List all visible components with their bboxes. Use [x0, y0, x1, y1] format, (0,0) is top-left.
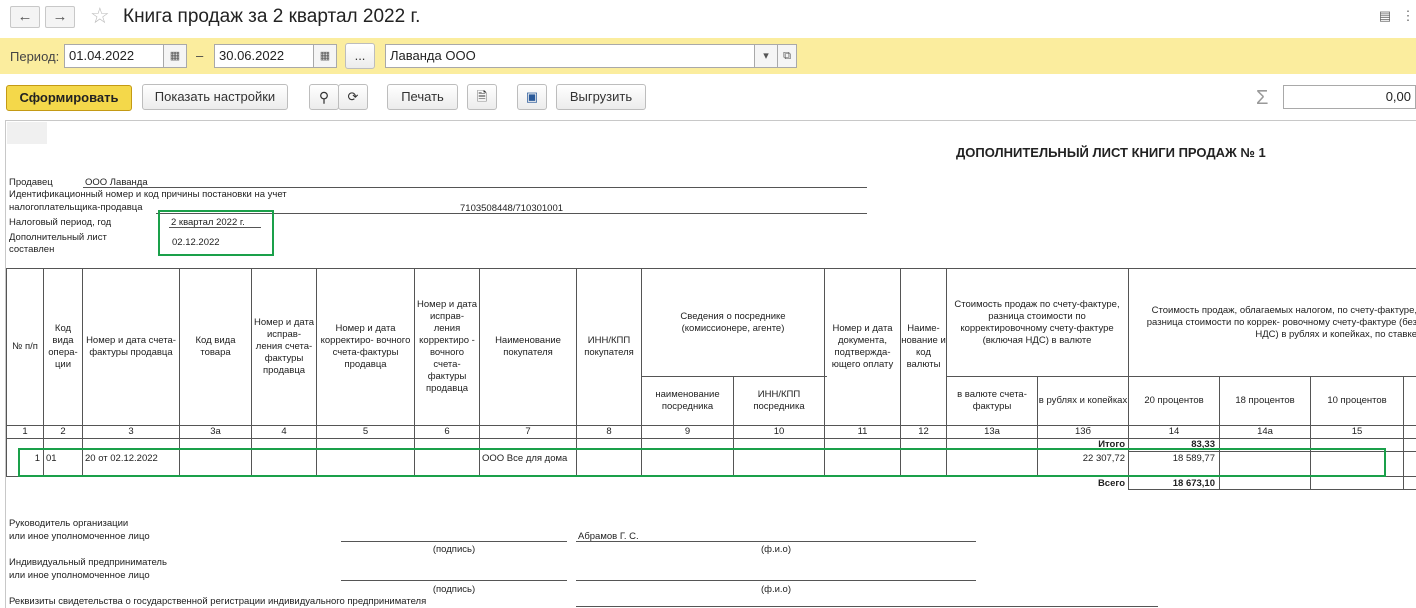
- head-label-2: или иное уполномоченное лицо: [9, 531, 150, 542]
- col-num: 5: [362, 426, 369, 437]
- col-header-14: 20 процентов: [1144, 395, 1204, 406]
- col-num: 8: [606, 426, 612, 437]
- col-header-14a: 18 процентов: [1235, 395, 1295, 406]
- col-num: 1: [22, 426, 28, 437]
- sign-caption: (подпись): [432, 544, 476, 555]
- col-header-3: Номер и дата счета-фактуры продавца: [86, 335, 176, 358]
- col-num: 13а: [984, 426, 1000, 437]
- col-num: 11: [857, 426, 868, 437]
- addsheet-label-2: составлен: [9, 244, 55, 255]
- report-document: ДОПОЛНИТЕЛЬНЫЙ ЛИСТ КНИГИ ПРОДАЖ № 1 Про…: [5, 120, 1416, 608]
- sum-field[interactable]: 0,00: [1283, 85, 1416, 109]
- seller-label: Продавец: [9, 177, 53, 188]
- col-header-8: ИНН/КПП покупателя: [584, 335, 634, 358]
- col-header-6: Номер и дата исправ- ления корректиро - …: [417, 299, 477, 394]
- col-header-13b: в рублях и копейках: [1038, 395, 1128, 406]
- col-header-10: ИНН/КПП посредника: [753, 389, 805, 412]
- col-num: 14а: [1257, 426, 1273, 437]
- vsego-value: 18 673,10: [1172, 478, 1215, 489]
- col-header-13a: в валюте счета-фактуры: [957, 389, 1027, 412]
- col-num: 4: [281, 426, 287, 437]
- col-header-11: Номер и дата документа, подтвержда- ющег…: [831, 323, 894, 370]
- sign-caption: (подпись): [432, 584, 476, 595]
- col-header-2: Код вида опера- ции: [48, 323, 78, 370]
- col-num: 12: [918, 426, 929, 437]
- fio-caption: (ф.и.о): [760, 584, 791, 595]
- title-bar: ← → ☆ Книга продаж за 2 квартал 2022 г. …: [0, 0, 1416, 36]
- save-disk-icon[interactable]: ▣: [517, 84, 547, 110]
- calendar-from-icon[interactable]: ▦: [163, 44, 187, 68]
- col-header-12: Наиме- нование и код валюты: [901, 323, 946, 370]
- forward-arrow-icon[interactable]: →: [45, 6, 75, 28]
- registration-label: Реквизиты свидетельства о государственно…: [9, 596, 427, 607]
- open-link-icon[interactable]: ⧉: [777, 44, 797, 68]
- dropdown-arrow-icon[interactable]: ▾: [754, 44, 778, 68]
- favorite-star-icon[interactable]: ☆: [90, 3, 110, 29]
- filter-bar: Период: 01.04.2022 ▦ – 30.06.2022 ▦ ... …: [0, 38, 1416, 74]
- search-icon[interactable]: ⚲: [309, 84, 339, 110]
- calendar-to-icon[interactable]: ▦: [313, 44, 337, 68]
- back-arrow-icon[interactable]: ←: [10, 6, 40, 28]
- inn-label-2: налогоплательщика-продавца: [9, 202, 143, 213]
- period-label: Период:: [10, 49, 60, 64]
- window-title: Книга продаж за 2 квартал 2022 г.: [123, 6, 421, 27]
- col-num: 15: [1351, 426, 1363, 437]
- vsego-label: Всего: [1097, 478, 1125, 489]
- col-num: 9: [684, 426, 691, 437]
- col-num: 2: [60, 426, 66, 437]
- col-header-5: Номер и дата корректиро- вочного счета-ф…: [320, 323, 411, 370]
- period-select-button[interactable]: ...: [345, 43, 375, 69]
- preview-icon[interactable]: 🗎: [467, 84, 497, 110]
- period-dash: –: [196, 48, 204, 63]
- tax-period-label: Налоговый период, год: [9, 217, 112, 228]
- date-from-input[interactable]: 01.04.2022: [64, 44, 164, 68]
- report-corner: [7, 122, 47, 144]
- show-settings-button[interactable]: Показать настройки: [142, 84, 288, 110]
- col-header-9-group: Сведения о посреднике (комиссионере, аге…: [680, 310, 786, 334]
- col-num: 3: [128, 426, 134, 437]
- col-header-1: № п/п: [12, 341, 38, 352]
- col-header-13-group: Стоимость продаж по счету-фактуре, разни…: [954, 298, 1120, 346]
- organization-input[interactable]: Лаванда ООО: [385, 44, 755, 68]
- search-next-icon[interactable]: ⟳: [338, 84, 368, 110]
- ip-label-1: Индивидуальный предприниматель: [9, 557, 167, 568]
- head-label-1: Руководитель организации: [9, 518, 129, 529]
- save-icon[interactable]: ▤: [1377, 8, 1393, 24]
- col-num: 6: [444, 426, 450, 437]
- fio-caption: (ф.и.о): [760, 544, 791, 555]
- col-header-15: 10 процентов: [1327, 395, 1387, 406]
- col-header-3a: Код вида товара: [195, 335, 236, 358]
- col-num: 13б: [1074, 426, 1091, 437]
- inn-label-1: Идентификационный номер и код причины по…: [9, 189, 287, 200]
- col-num: 7: [525, 426, 531, 437]
- col-num: 10: [773, 426, 785, 437]
- highlight-row-box: [18, 448, 1386, 477]
- col-num: 3а: [210, 426, 221, 437]
- highlight-period-box: [158, 210, 274, 256]
- generate-button[interactable]: Сформировать: [6, 85, 132, 111]
- col-header-14-group: Стоимость продаж, облагаемых налогом, по…: [1146, 304, 1416, 340]
- print-button[interactable]: Печать: [387, 84, 458, 110]
- more-menu-icon[interactable]: ⋮: [1400, 8, 1416, 24]
- col-num: 14: [1168, 426, 1180, 437]
- col-header-4: Номер и дата исправ- ления счета- фактур…: [254, 317, 314, 376]
- export-button[interactable]: Выгрузить: [556, 84, 646, 110]
- col-header-9: наименование посредника: [655, 389, 720, 412]
- ip-label-2: или иное уполномоченное лицо: [9, 570, 150, 581]
- sum-sigma-icon: Σ: [1256, 87, 1269, 109]
- addsheet-label-1: Дополнительный лист: [9, 232, 107, 243]
- report-heading: ДОПОЛНИТЕЛЬНЫЙ ЛИСТ КНИГИ ПРОДАЖ № 1: [956, 145, 1266, 160]
- date-to-input[interactable]: 30.06.2022: [214, 44, 314, 68]
- col-header-7: Наименование покупателя: [495, 335, 561, 358]
